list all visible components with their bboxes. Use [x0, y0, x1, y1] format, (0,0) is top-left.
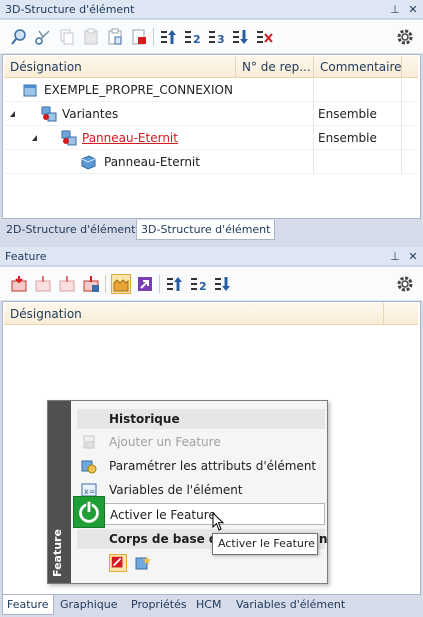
cut-icon[interactable] — [34, 28, 52, 46]
feature-tabs: Feature Graphique Propriétés HCM Variabl… — [0, 595, 423, 617]
base-body-icon[interactable] — [109, 554, 127, 572]
feature-header: Désignation — [4, 303, 418, 325]
base-body-star-icon[interactable] — [134, 554, 152, 572]
tab-variables-element[interactable]: Variables d'élément — [232, 595, 349, 615]
delete-doc-icon[interactable] — [130, 28, 148, 46]
svg-text:2: 2 — [199, 280, 207, 293]
menu-set-attributes-label: Paramétrer les attributs d'élément — [109, 459, 317, 473]
sort-1-2-icon[interactable]: 2 — [184, 28, 202, 46]
col-comment[interactable]: Commentaire — [314, 56, 402, 78]
feature-jump-icon[interactable] — [136, 275, 154, 293]
popup-section-history: Historique — [77, 409, 325, 429]
structure-3d-title: 3D-Structure d'élément — [5, 3, 135, 16]
sort-1-2-icon[interactable]: 2 — [190, 275, 208, 293]
attributes-icon — [81, 458, 97, 474]
col-designation[interactable]: Désignation — [4, 56, 236, 78]
tree-row-label: EXEMPLE_PROPRE_CONNEXION — [44, 83, 233, 97]
sort-down-icon[interactable] — [214, 275, 232, 293]
sort-1-3-icon[interactable]: 3 — [208, 28, 226, 46]
tab-2d-structure[interactable]: 2D-Structure d'élément — [2, 220, 139, 240]
sort-up-icon[interactable] — [160, 28, 178, 46]
tab-graphique[interactable]: Graphique — [56, 595, 122, 615]
svg-text:3: 3 — [217, 33, 225, 46]
col-number[interactable]: N° de rep... — [236, 56, 314, 78]
svg-text:x=: x= — [84, 487, 95, 496]
mouse-cursor-icon — [212, 511, 226, 532]
close-icon[interactable]: ✕ — [407, 0, 419, 19]
sort-up-icon[interactable] — [166, 275, 184, 293]
structure-3d-header: Désignation N° de rep... Commentaire — [4, 56, 418, 78]
structure-3d-toolbar: 2 3 — [0, 20, 423, 54]
tree-row-label: Variantes — [62, 107, 119, 121]
feature-delete-icon[interactable] — [82, 275, 100, 293]
feature-insert-icon[interactable] — [34, 275, 52, 293]
col-designation[interactable]: Désignation — [4, 303, 384, 325]
feature-title: Feature — [5, 250, 47, 263]
copy-icon[interactable] — [58, 28, 76, 46]
clear-sort-icon[interactable] — [256, 28, 274, 46]
menu-set-attributes[interactable]: Paramétrer les attributs d'élément — [77, 455, 325, 477]
pin-icon[interactable]: ⊥ — [389, 247, 401, 266]
menu-element-variables[interactable]: x= Variables de l'élément — [77, 479, 325, 501]
tooltip: Activer le Feature — [212, 533, 318, 555]
feature-history-icon[interactable] — [111, 274, 131, 294]
tab-proprietes[interactable]: Propriétés — [127, 595, 191, 615]
tree-row-label-active[interactable]: Panneau-Eternit — [82, 126, 178, 150]
close-icon[interactable]: ✕ — [407, 247, 419, 266]
tree-row[interactable]: Variantes Ensemble — [4, 102, 418, 126]
tab-hcm[interactable]: HCM — [192, 595, 225, 615]
tree-row[interactable]: Panneau-Eternit — [4, 150, 418, 174]
expand-arrow-icon[interactable] — [10, 111, 15, 117]
paste-icon[interactable] — [82, 28, 100, 46]
structure-3d-title-bar: 3D-Structure d'élément ⊥ ✕ — [0, 0, 423, 19]
gear-icon[interactable] — [395, 274, 415, 294]
expand-arrow-icon[interactable] — [32, 135, 37, 141]
menu-add-feature-label: Ajouter un Feature — [109, 435, 221, 449]
menu-add-feature[interactable]: Ajouter un Feature — [77, 431, 325, 453]
menu-element-variables-label: Variables de l'élément — [109, 483, 243, 497]
tree-row[interactable]: Panneau-Eternit Ensemble — [4, 126, 418, 150]
feature-context-popup: Feature Historique Ajouter un Feature Pa… — [47, 400, 328, 584]
structure-tabs: 2D-Structure d'élément 3D-Structure d'él… — [0, 220, 423, 242]
part-icon — [80, 154, 96, 170]
activate-power-icon[interactable] — [73, 496, 105, 528]
add-feature-icon — [81, 434, 97, 450]
search-icon[interactable] — [10, 28, 28, 46]
gear-icon[interactable] — [395, 27, 415, 47]
popup-sidebar: Feature — [48, 401, 71, 583]
feature-move-icon[interactable] — [58, 275, 76, 293]
tree-row[interactable]: EXEMPLE_PROPRE_CONNEXION — [4, 78, 418, 102]
feature-toolbar: 2 — [0, 267, 423, 301]
variants-icon — [60, 129, 78, 147]
feature-add-icon[interactable] — [10, 275, 28, 293]
variants-icon — [40, 105, 58, 123]
menu-activate-feature-label: Activer le Feature — [110, 508, 216, 522]
sort-down-icon[interactable] — [232, 28, 250, 46]
popup-side-label: Feature — [51, 529, 64, 577]
tab-feature[interactable]: Feature — [2, 595, 54, 615]
paste-special-icon[interactable] — [106, 28, 124, 46]
pin-icon[interactable]: ⊥ — [389, 0, 401, 19]
feature-title-bar: Feature ⊥ ✕ — [0, 247, 423, 266]
assembly-icon — [22, 82, 38, 98]
tab-3d-structure[interactable]: 3D-Structure d'élément — [136, 220, 276, 240]
svg-text:2: 2 — [193, 33, 201, 46]
tree-row-label: Panneau-Eternit — [104, 155, 200, 169]
menu-activate-feature[interactable]: Activer le Feature — [77, 503, 325, 525]
